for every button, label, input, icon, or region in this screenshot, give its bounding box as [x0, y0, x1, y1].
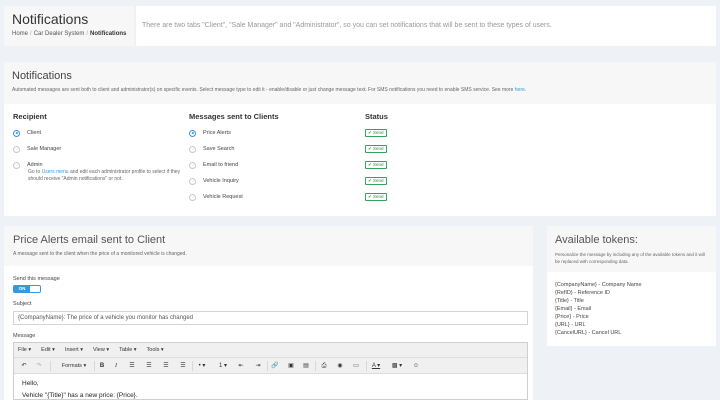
breadcrumb-car-dealer-system[interactable]: Car Dealer System	[34, 31, 85, 37]
redo-icon[interactable]: ↷	[34, 361, 44, 371]
users-menu-link[interactable]: Users menu	[42, 169, 69, 175]
price-alerts-subtitle: A message sent to the client when the pr…	[13, 251, 187, 257]
status-badge[interactable]: ✔ Send	[365, 177, 387, 185]
recipient-client-radio[interactable]: Client	[13, 128, 41, 138]
header-info: There are two tabs "Client", "Sale Manag…	[136, 6, 716, 46]
media-icon[interactable]: ▤	[301, 361, 311, 371]
token-item: {CancelURL} - Cancel URL	[555, 330, 622, 336]
price-alerts-panel: Price Alerts email sent to Client A mess…	[4, 226, 533, 400]
status-badge[interactable]: ✔ Send	[365, 129, 387, 137]
radio-checked-icon	[13, 129, 20, 137]
message-label: Message	[13, 333, 36, 339]
status-header: Status	[365, 112, 388, 121]
breadcrumb-current: Notifications	[90, 31, 127, 37]
radio-icon	[13, 161, 20, 169]
token-item: {CompanyName} - Company Name	[555, 282, 642, 288]
admin-note: Go to Users menu and edit each administr…	[28, 169, 181, 182]
tokens-panel-header: Available tokens: Personalize the messag…	[547, 226, 716, 272]
header-description: There are two tabs "Client", "Sale Manag…	[142, 22, 552, 29]
tokens-panel: Available tokens: Personalize the messag…	[547, 226, 716, 346]
message-price-alerts-radio[interactable]: Price Alerts	[189, 128, 231, 138]
radio-icon	[189, 177, 196, 185]
menu-edit[interactable]: Edit ▾	[41, 347, 55, 353]
justify-icon[interactable]: ☰	[178, 361, 188, 371]
radio-icon	[13, 145, 20, 153]
editor-menubar: File ▾ Edit ▾ Insert ▾ View ▾ Table ▾ To…	[14, 343, 527, 358]
send-message-toggle[interactable]: ON	[13, 285, 41, 293]
radio-icon	[189, 161, 196, 169]
radio-checked-icon	[189, 129, 196, 137]
message-editor[interactable]: File ▾ Edit ▾ Insert ▾ View ▾ Table ▾ To…	[13, 342, 528, 400]
bold-icon[interactable]: B	[97, 361, 107, 371]
price-alerts-panel-header: Price Alerts email sent to Client A mess…	[4, 226, 533, 266]
text-color-icon[interactable]: A ▾	[368, 361, 384, 371]
emoticons-icon[interactable]: ☺	[411, 361, 421, 371]
breadcrumb-home[interactable]: Home	[12, 31, 28, 37]
align-left-icon[interactable]: ☰	[127, 361, 137, 371]
page-header: Notifications Home / Car Dealer System / Not…	[4, 6, 134, 46]
editor-line: Vehicle "{Title}" has a new price: {Pric…	[22, 392, 138, 399]
breadcrumb: Home / Car Dealer System / Notifications	[12, 31, 127, 37]
tokens-description: Personalize the message by including any…	[555, 252, 705, 264]
token-item: {Email} - Email	[555, 306, 592, 312]
token-item: {RefID} - Reference ID	[555, 290, 611, 296]
image-icon[interactable]: ▣	[286, 361, 296, 371]
message-vehicle-inquiry-radio[interactable]: Vehicle Inquiry	[189, 176, 239, 186]
editor-content[interactable]: Hello, Vehicle "{Title}" has a new price…	[22, 378, 138, 400]
status-badge[interactable]: ✔ Send	[365, 161, 387, 169]
tokens-title: Available tokens:	[555, 234, 638, 246]
outdent-icon[interactable]: ⇤	[236, 361, 246, 371]
tokens-list: {CompanyName} - Company Name {RefID} - R…	[555, 281, 642, 337]
token-item: {URL} - URL	[555, 322, 586, 328]
editor-toolbar: ↶ ↷ Formats ▾ B I ☰ ☰ ☰ ☰ • ▾ 1 ▾ ⇤ ⇥ 🔗 …	[14, 358, 527, 374]
message-vehicle-request-radio[interactable]: Vehicle Request	[189, 192, 243, 202]
menu-view[interactable]: View ▾	[93, 347, 109, 353]
print-icon[interactable]: ⎙	[319, 361, 329, 371]
recipient-header: Recipient	[13, 112, 47, 121]
menu-file[interactable]: File ▾	[18, 347, 31, 353]
bullet-list-icon[interactable]: • ▾	[195, 361, 209, 371]
subject-label: Subject	[13, 301, 32, 307]
editor-line: Hello,	[22, 380, 39, 387]
page-title: Notifications	[12, 11, 89, 27]
recipient-sale-manager-radio[interactable]: Sale Manager	[13, 144, 61, 154]
background-color-icon[interactable]: ▩ ▾	[389, 361, 405, 371]
message-save-search-radio[interactable]: Save Search	[189, 144, 235, 154]
price-alerts-title: Price Alerts email sent to Client	[13, 234, 166, 246]
notifications-note: Automated messages are sent both to clie…	[12, 87, 527, 93]
radio-icon	[189, 145, 196, 153]
notifications-panel: Notifications Automated messages are sen…	[4, 62, 716, 216]
token-item: {Title} - Title	[555, 298, 584, 304]
see-more-link[interactable]: here	[515, 87, 525, 93]
token-item: {Price} - Price	[555, 314, 589, 320]
notifications-panel-header: Notifications Automated messages are sen…	[4, 62, 716, 104]
menu-table[interactable]: Table ▾	[119, 347, 136, 353]
italic-icon[interactable]: I	[111, 361, 121, 371]
radio-icon	[189, 193, 196, 201]
status-badge[interactable]: ✔ Send	[365, 193, 387, 201]
toggle-on-label: ON	[14, 286, 30, 292]
message-email-friend-radio[interactable]: Email to friend	[189, 160, 238, 170]
numbered-list-icon[interactable]: 1 ▾	[216, 361, 230, 371]
preview-icon[interactable]: ◉	[335, 361, 345, 371]
menu-insert[interactable]: Insert ▾	[65, 347, 83, 353]
send-message-label: Send this message	[13, 276, 60, 282]
messages-header: Messages sent to Clients	[189, 112, 279, 121]
align-right-icon[interactable]: ☰	[161, 361, 171, 371]
undo-icon[interactable]: ↶	[19, 361, 29, 371]
status-badge[interactable]: ✔ Send	[365, 145, 387, 153]
formats-dropdown[interactable]: Formats ▾	[56, 361, 92, 371]
link-icon[interactable]: 🔗	[270, 361, 280, 371]
menu-tools[interactable]: Tools ▾	[147, 347, 164, 353]
notifications-title: Notifications	[12, 70, 72, 82]
code-icon[interactable]: ▭	[351, 361, 361, 371]
indent-icon[interactable]: ⇥	[253, 361, 263, 371]
align-center-icon[interactable]: ☰	[144, 361, 154, 371]
subject-input[interactable]: {CompanyName}: The price of a vehicle yo…	[13, 311, 528, 325]
